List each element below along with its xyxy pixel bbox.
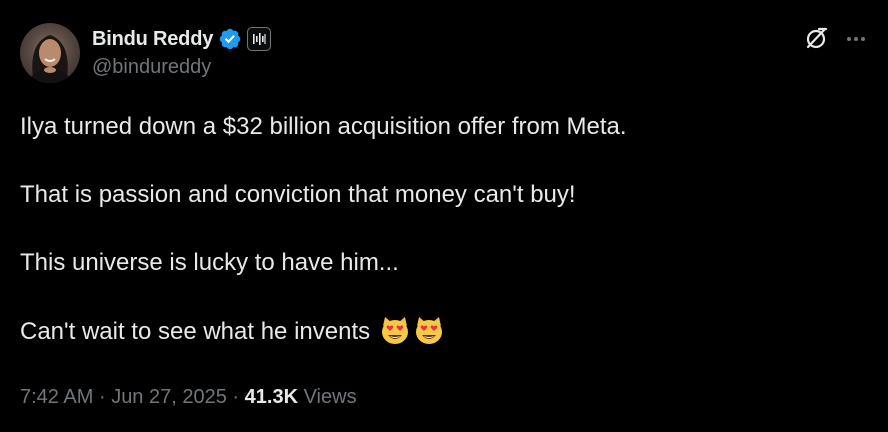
heart-eyes-cat-emoji [413, 314, 445, 346]
more-options-icon[interactable] [844, 27, 868, 51]
heart-eyes-cat-emoji [379, 314, 411, 346]
verified-badge-icon[interactable] [218, 27, 242, 51]
tweet-paragraph: That is passion and conviction that mone… [20, 181, 576, 208]
tweet-paragraph-text: Can't wait to see what he invents [20, 318, 371, 345]
grok-icon[interactable] [803, 25, 829, 51]
author-display-name[interactable]: Bindu Reddy [92, 28, 213, 51]
author-name-row: Bindu Reddy [92, 25, 272, 53]
tweet-date[interactable]: Jun 27, 2025 [111, 386, 227, 408]
tweet-paragraph-last: Can't wait to see what he invents [20, 314, 860, 349]
author-handle[interactable]: @bindureddy [92, 56, 211, 79]
views-label: Views [303, 386, 357, 408]
meta-separator: · [232, 386, 240, 408]
avatar[interactable] [20, 23, 80, 83]
views-count: 41.3K [244, 386, 299, 408]
tweet-paragraph: Ilya turned down a $32 billion acquisiti… [20, 113, 627, 140]
tweet-paragraph: This universe is lucky to have him... [20, 249, 399, 276]
tweet-text: Ilya turned down a $32 billion acquisiti… [20, 110, 860, 349]
tweet-card: Bindu Reddy @bindureddy Ilya turned down… [0, 0, 888, 432]
tweet-meta: 7:42 AM · Jun 27, 2025 · 41.3K Views [20, 386, 357, 409]
affiliate-logo-icon[interactable] [247, 27, 272, 51]
meta-separator: · [98, 386, 106, 408]
tweet-time[interactable]: 7:42 AM [20, 386, 93, 408]
